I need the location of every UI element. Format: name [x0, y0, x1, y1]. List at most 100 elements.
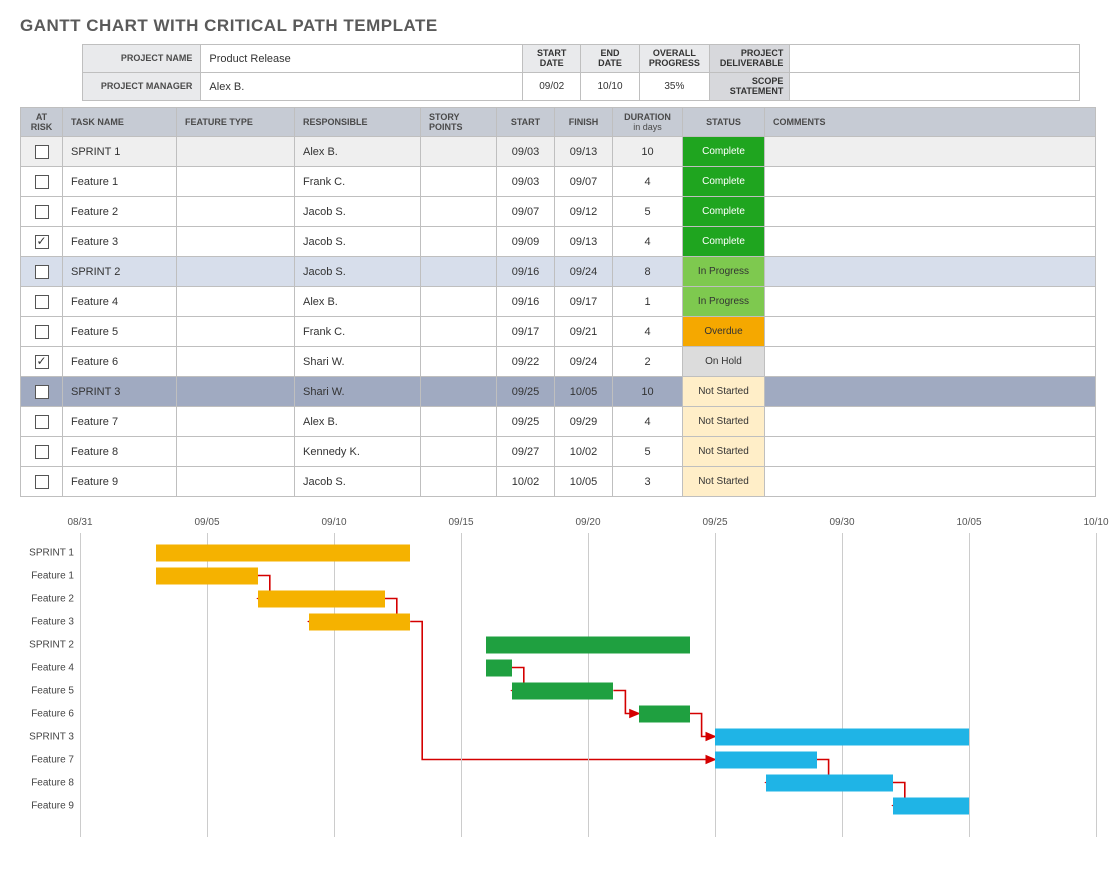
cell-comments[interactable] [765, 227, 1096, 257]
value-project-name[interactable]: Product Release [201, 45, 523, 73]
cell-comments[interactable] [765, 257, 1096, 287]
cell-duration[interactable]: 1 [613, 287, 683, 317]
cell-duration[interactable]: 10 [613, 377, 683, 407]
cell-finish[interactable]: 09/24 [555, 347, 613, 377]
cell-story-points[interactable] [421, 347, 497, 377]
cell-responsible[interactable]: Frank C. [295, 317, 421, 347]
cell-comments[interactable] [765, 197, 1096, 227]
cell-status[interactable]: Overdue [683, 317, 765, 347]
cell-story-points[interactable] [421, 137, 497, 167]
cell-duration[interactable]: 5 [613, 437, 683, 467]
cell-finish[interactable]: 09/12 [555, 197, 613, 227]
cell-start[interactable]: 09/27 [497, 437, 555, 467]
cell-finish[interactable]: 09/17 [555, 287, 613, 317]
cell-start[interactable]: 09/03 [497, 137, 555, 167]
cell-finish[interactable]: 09/21 [555, 317, 613, 347]
cell-comments[interactable] [765, 347, 1096, 377]
cell-story-points[interactable] [421, 227, 497, 257]
cell-story-points[interactable] [421, 437, 497, 467]
value-scope[interactable] [790, 73, 1080, 101]
cell-feature-type[interactable] [177, 437, 295, 467]
cell-status[interactable]: In Progress [683, 287, 765, 317]
cell-status[interactable]: Complete [683, 137, 765, 167]
at-risk-checkbox[interactable] [35, 295, 49, 309]
cell-task-name[interactable]: Feature 1 [63, 167, 177, 197]
cell-feature-type[interactable] [177, 257, 295, 287]
cell-task-name[interactable]: Feature 3 [63, 227, 177, 257]
cell-start[interactable]: 09/25 [497, 407, 555, 437]
at-risk-checkbox[interactable] [35, 205, 49, 219]
cell-start[interactable]: 09/17 [497, 317, 555, 347]
cell-responsible[interactable]: Alex B. [295, 137, 421, 167]
cell-responsible[interactable]: Shari W. [295, 347, 421, 377]
cell-start[interactable]: 10/02 [497, 467, 555, 497]
cell-feature-type[interactable] [177, 287, 295, 317]
cell-finish[interactable]: 09/29 [555, 407, 613, 437]
cell-feature-type[interactable] [177, 227, 295, 257]
cell-status[interactable]: On Hold [683, 347, 765, 377]
cell-start[interactable]: 09/07 [497, 197, 555, 227]
at-risk-checkbox[interactable] [35, 475, 49, 489]
at-risk-checkbox[interactable] [35, 355, 49, 369]
value-project-manager[interactable]: Alex B. [201, 73, 523, 101]
cell-finish[interactable]: 09/07 [555, 167, 613, 197]
cell-task-name[interactable]: Feature 8 [63, 437, 177, 467]
cell-comments[interactable] [765, 317, 1096, 347]
cell-status[interactable]: Complete [683, 167, 765, 197]
cell-task-name[interactable]: SPRINT 3 [63, 377, 177, 407]
cell-start[interactable]: 09/22 [497, 347, 555, 377]
cell-status[interactable]: Complete [683, 197, 765, 227]
cell-finish[interactable]: 10/02 [555, 437, 613, 467]
cell-responsible[interactable]: Alex B. [295, 407, 421, 437]
value-progress[interactable]: 35% [639, 73, 709, 101]
cell-duration[interactable]: 5 [613, 197, 683, 227]
cell-feature-type[interactable] [177, 377, 295, 407]
at-risk-checkbox[interactable] [35, 415, 49, 429]
cell-finish[interactable]: 09/24 [555, 257, 613, 287]
cell-story-points[interactable] [421, 197, 497, 227]
cell-comments[interactable] [765, 167, 1096, 197]
cell-status[interactable]: Complete [683, 227, 765, 257]
cell-task-name[interactable]: Feature 9 [63, 467, 177, 497]
at-risk-checkbox[interactable] [35, 235, 49, 249]
cell-status[interactable]: Not Started [683, 377, 765, 407]
cell-comments[interactable] [765, 437, 1096, 467]
cell-responsible[interactable]: Jacob S. [295, 227, 421, 257]
cell-feature-type[interactable] [177, 407, 295, 437]
at-risk-checkbox[interactable] [35, 325, 49, 339]
cell-task-name[interactable]: Feature 7 [63, 407, 177, 437]
cell-story-points[interactable] [421, 377, 497, 407]
cell-task-name[interactable]: SPRINT 1 [63, 137, 177, 167]
cell-start[interactable]: 09/25 [497, 377, 555, 407]
at-risk-checkbox[interactable] [35, 175, 49, 189]
cell-responsible[interactable]: Jacob S. [295, 467, 421, 497]
cell-feature-type[interactable] [177, 467, 295, 497]
cell-task-name[interactable]: Feature 4 [63, 287, 177, 317]
cell-feature-type[interactable] [177, 167, 295, 197]
cell-responsible[interactable]: Shari W. [295, 377, 421, 407]
cell-comments[interactable] [765, 137, 1096, 167]
cell-feature-type[interactable] [177, 347, 295, 377]
cell-responsible[interactable]: Jacob S. [295, 197, 421, 227]
cell-start[interactable]: 09/09 [497, 227, 555, 257]
cell-responsible[interactable]: Alex B. [295, 287, 421, 317]
at-risk-checkbox[interactable] [35, 145, 49, 159]
cell-start[interactable]: 09/16 [497, 287, 555, 317]
cell-comments[interactable] [765, 407, 1096, 437]
value-start-date[interactable]: 09/02 [523, 73, 581, 101]
cell-story-points[interactable] [421, 467, 497, 497]
cell-story-points[interactable] [421, 287, 497, 317]
cell-comments[interactable] [765, 377, 1096, 407]
cell-status[interactable]: Not Started [683, 467, 765, 497]
cell-finish[interactable]: 09/13 [555, 227, 613, 257]
cell-task-name[interactable]: SPRINT 2 [63, 257, 177, 287]
cell-duration[interactable]: 2 [613, 347, 683, 377]
value-deliverable[interactable] [790, 45, 1080, 73]
cell-story-points[interactable] [421, 407, 497, 437]
cell-feature-type[interactable] [177, 197, 295, 227]
cell-status[interactable]: Not Started [683, 407, 765, 437]
cell-status[interactable]: In Progress [683, 257, 765, 287]
at-risk-checkbox[interactable] [35, 265, 49, 279]
cell-story-points[interactable] [421, 317, 497, 347]
cell-duration[interactable]: 4 [613, 317, 683, 347]
